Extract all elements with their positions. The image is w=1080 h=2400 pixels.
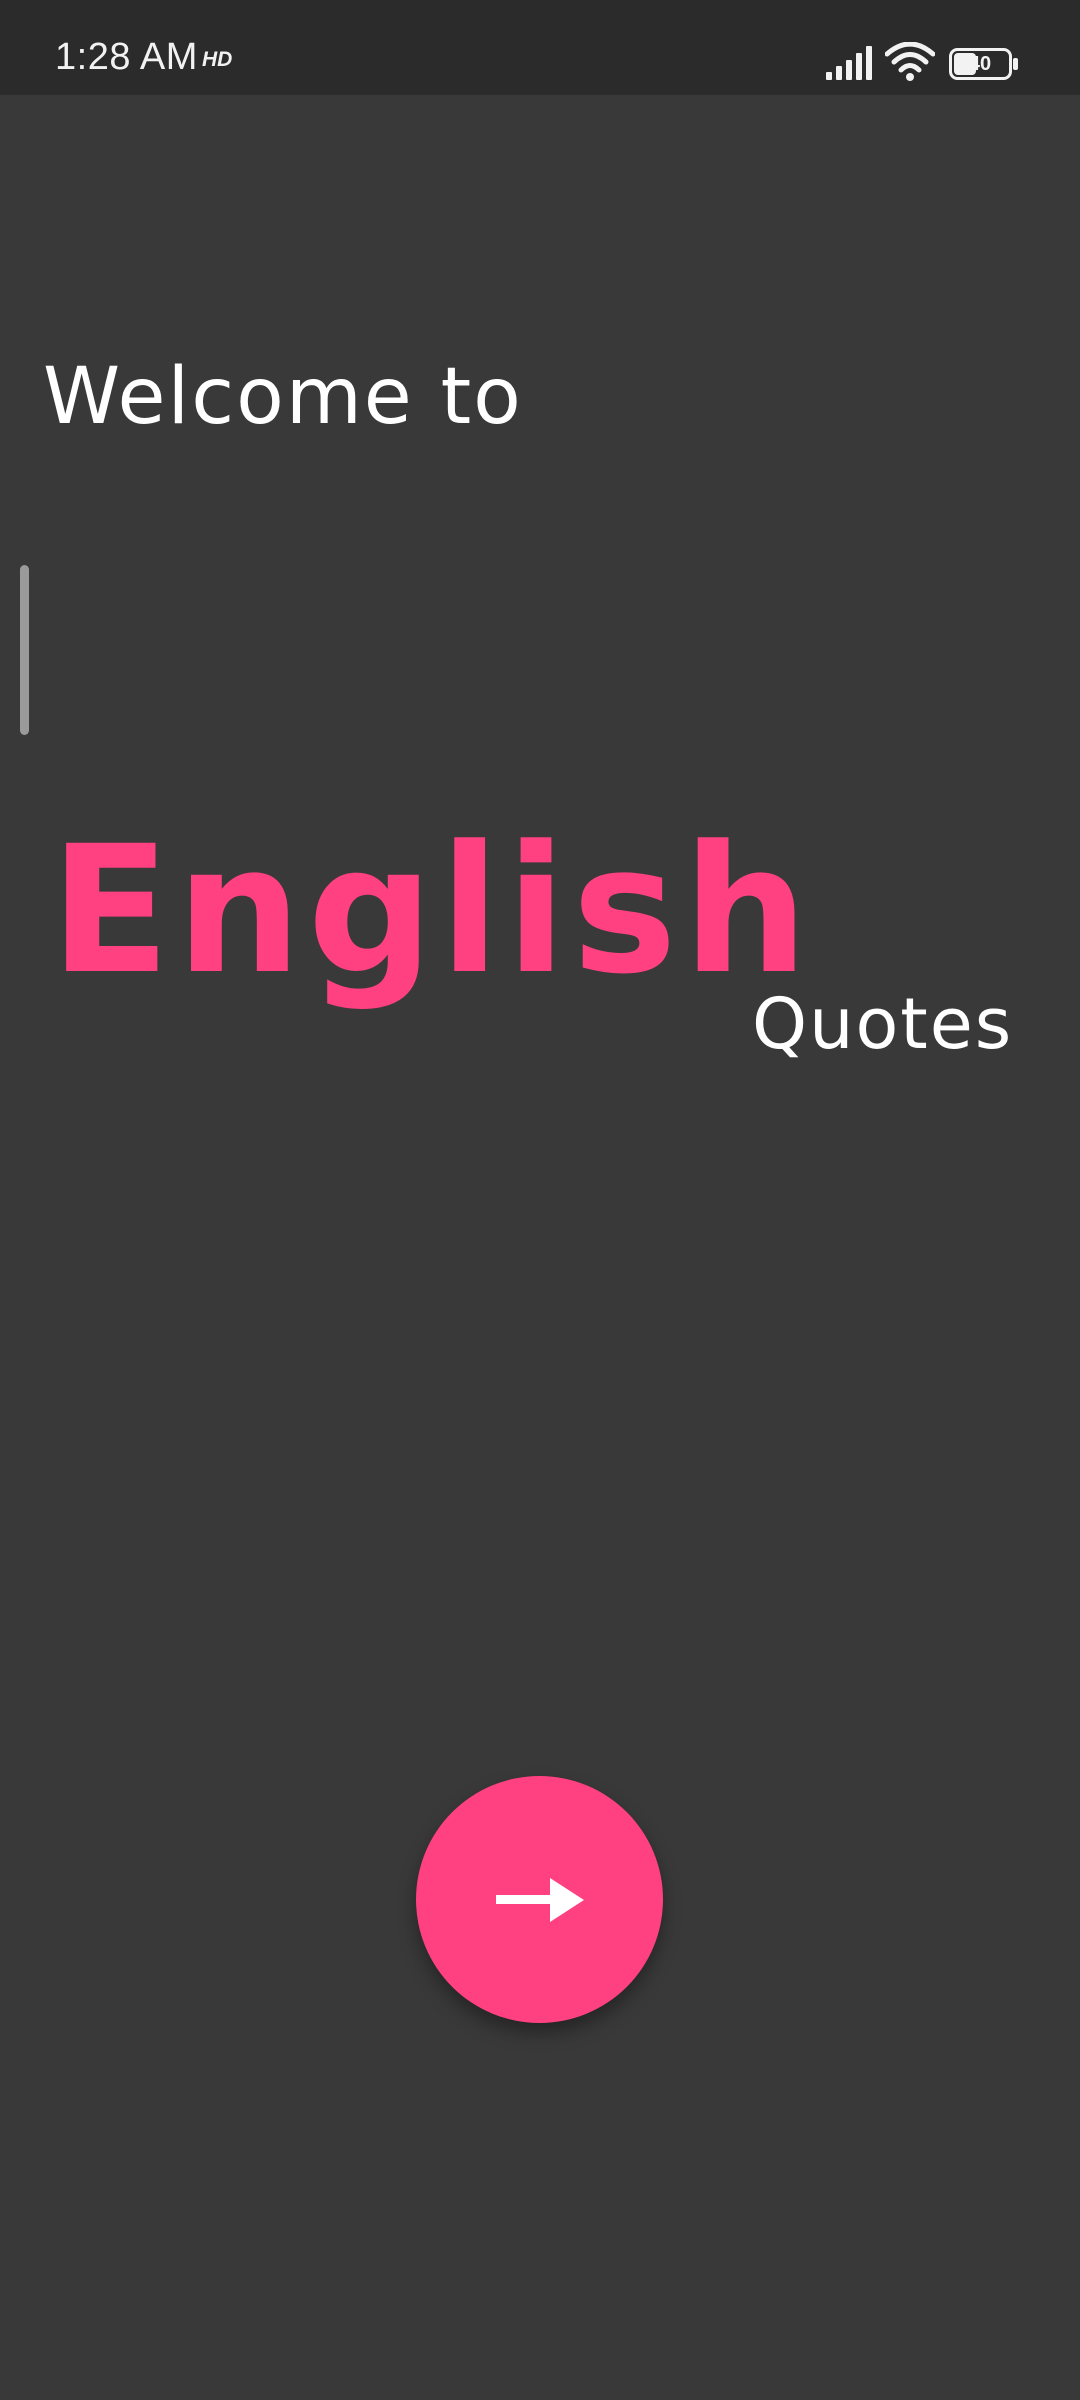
wifi-icon [885,42,935,81]
hd-badge: HD [202,48,233,71]
battery-level: 40 [968,53,992,75]
arrow-right-icon [495,1877,584,1922]
welcome-heading: Welcome to [43,352,523,442]
app-name-suffix: Quotes [752,983,1014,1065]
status-bar: 1:28 AM HD 40 [0,0,1080,95]
next-button[interactable] [416,1776,663,2023]
status-time: 1:28 AM [55,36,198,78]
scroll-indicator[interactable] [20,565,29,735]
signal-icon [826,46,872,80]
app-name-title: English [50,808,815,1013]
